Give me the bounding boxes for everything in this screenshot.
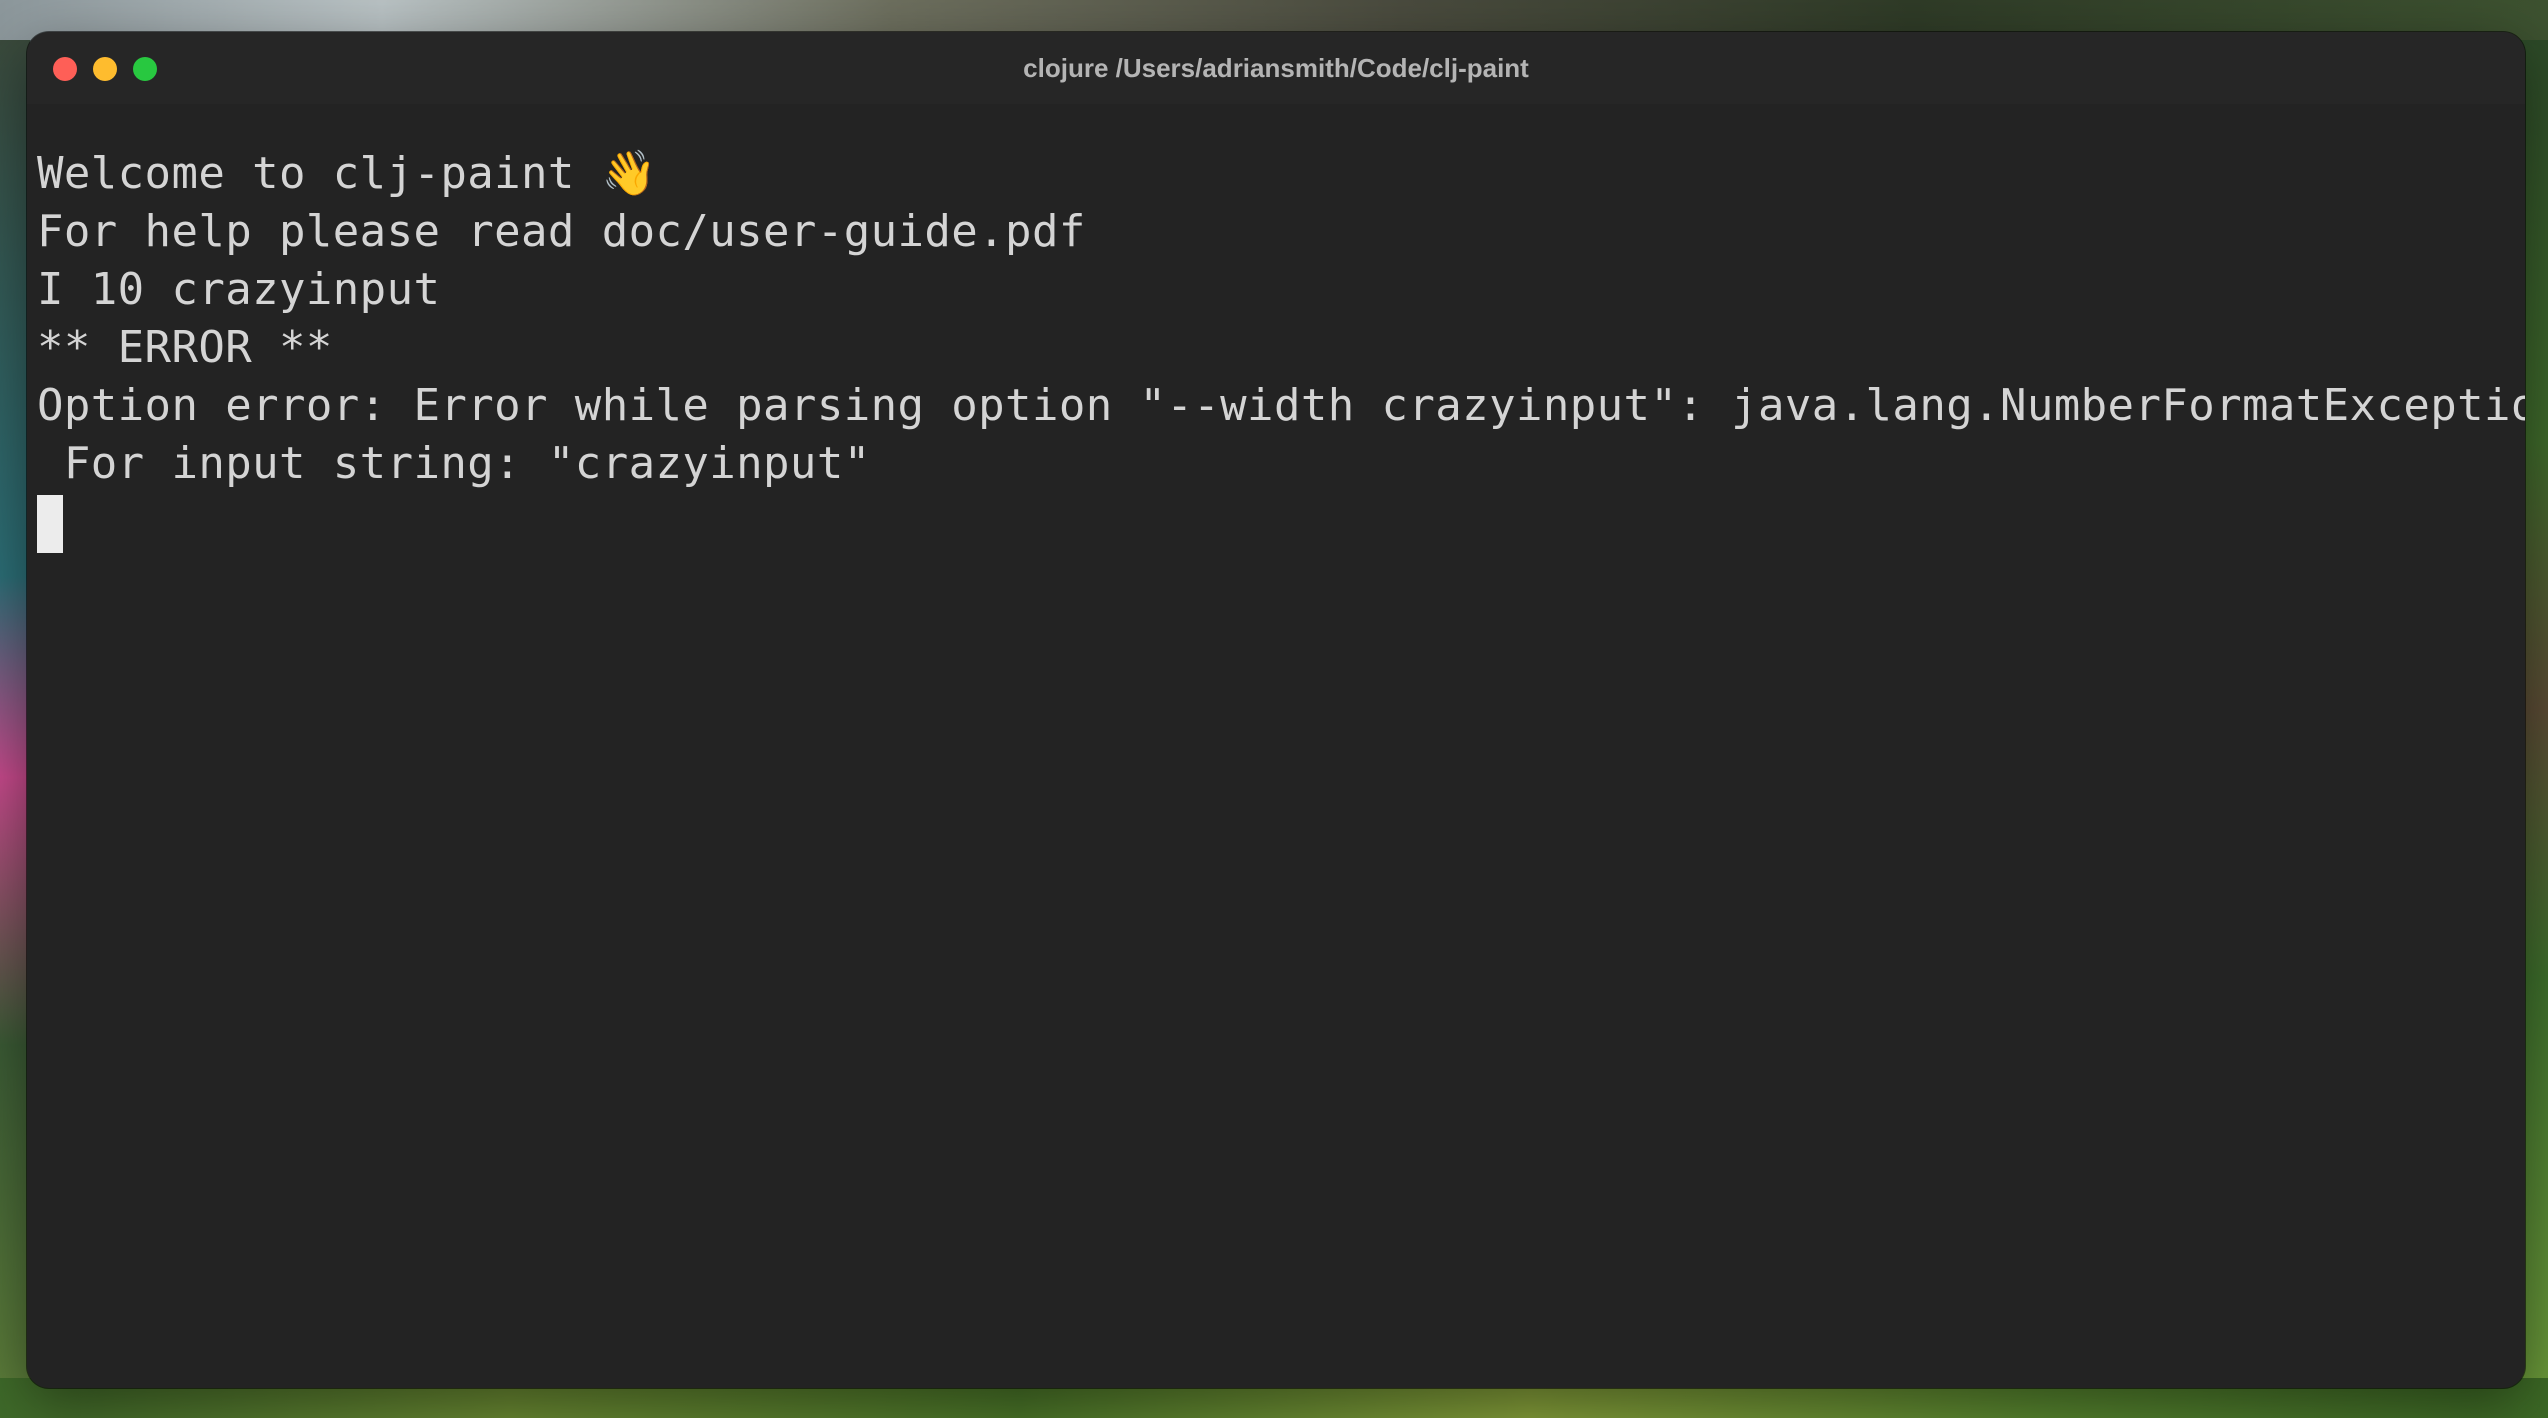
terminal-window: clojure /Users/adriansmith/Code/clj-pain… [27,32,2525,1388]
terminal-line-error-detail: For input string: "crazyinput" [37,438,871,489]
text-cursor [37,495,63,553]
terminal-line-error-message: Option error: Error while parsing option… [37,380,2525,431]
terminal-line-welcome: Welcome to clj-paint 👋 [37,145,2515,203]
terminal-line-command: I 10 crazyinput [37,264,441,315]
waving-hand-icon: 👋 [601,148,657,199]
welcome-text: Welcome to clj-paint [37,148,575,199]
title-bar[interactable]: clojure /Users/adriansmith/Code/clj-pain… [27,32,2525,104]
terminal-line-error-header: ** ERROR ** [37,322,333,373]
window-title: clojure /Users/adriansmith/Code/clj-pain… [1023,53,1529,83]
terminal-line-help: For help please read doc/user-guide.pdf [37,206,1086,257]
terminal-output[interactable]: Welcome to clj-paint 👋 For help please r… [37,145,2525,1388]
desktop-wallpaper-left [0,40,30,1380]
